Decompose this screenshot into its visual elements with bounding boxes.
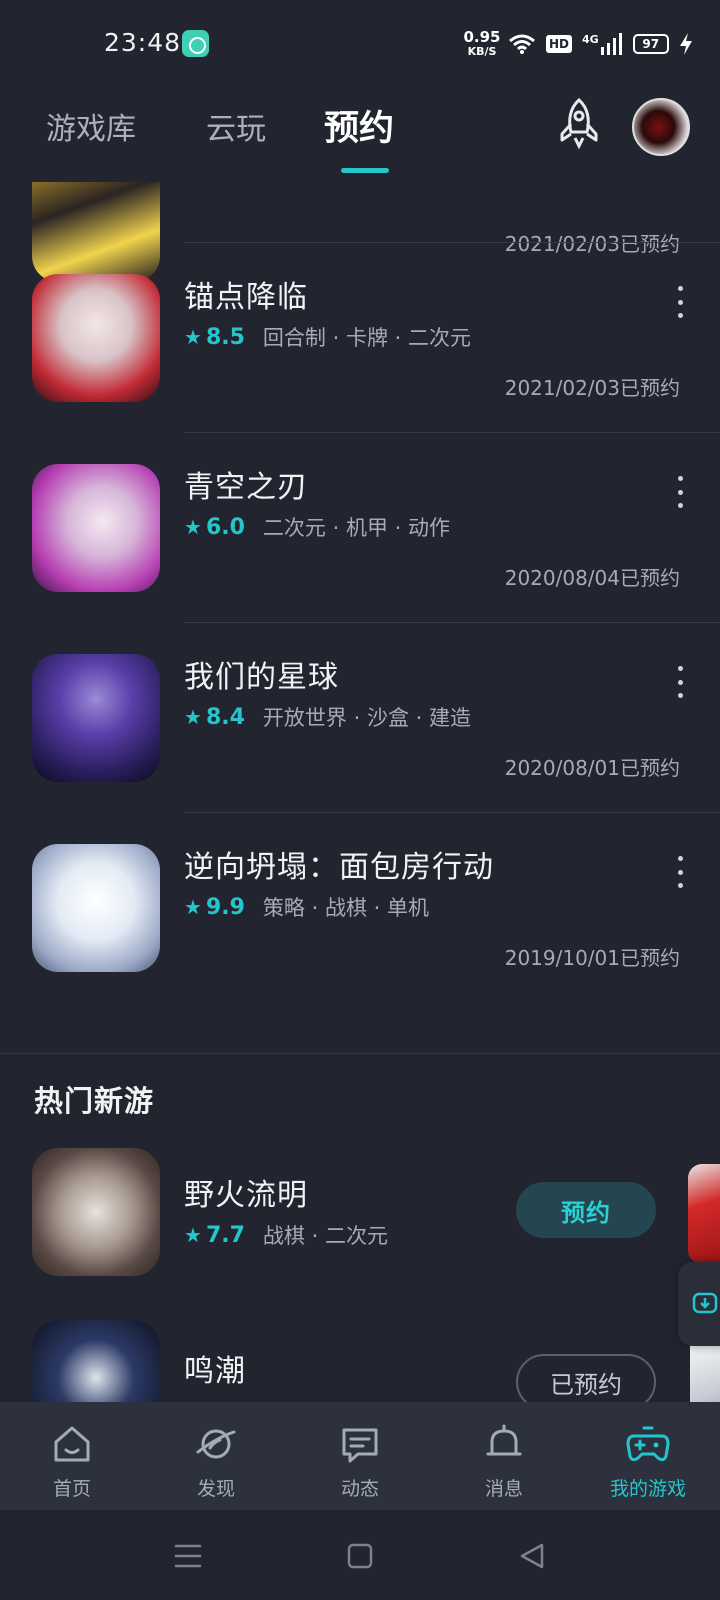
nav-discover[interactable]: 发现 [144, 1402, 288, 1510]
list-item[interactable]: 逆向坍塌：面包房行动 ★ 9.9 策略 · 战棋 · 单机 2019/10/01… [0, 812, 720, 1006]
network-speed: 0.95 KB/S [463, 28, 501, 58]
nav-messages[interactable]: 消息 [432, 1402, 576, 1510]
game-meta: ★ 7.7 战棋 · 二次元 [184, 1220, 388, 1250]
tab-indicator [341, 168, 389, 173]
more-options-icon[interactable] [670, 852, 690, 892]
nav-label: 发现 [196, 1478, 235, 1500]
message-board-icon [342, 1428, 378, 1463]
game-name: 我们的星球 [184, 660, 339, 695]
bottom-navigation: 首页 发现 动态 消息 我的游戏 [0, 1402, 720, 1510]
list-item[interactable]: 我们的星球 ★ 8.4 开放世界 · 沙盒 · 建造 2020/08/01已预约 [0, 622, 720, 816]
nav-label: 我的游戏 [609, 1478, 686, 1500]
game-meta: ★ 8.5 回合制 · 卡牌 · 二次元 [184, 322, 471, 352]
game-tags: 二次元 · 机甲 · 动作 [262, 516, 450, 540]
game-name: 青空之刃 [184, 470, 308, 505]
game-tags: 回合制 · 卡牌 · 二次元 [262, 326, 471, 350]
game-rating: 7.7 [205, 1222, 245, 1248]
game-tags: 战棋 · 二次元 [262, 1224, 388, 1248]
bell-icon [486, 1424, 522, 1456]
star-icon: ★ [184, 1223, 202, 1247]
battery-icon: 97 [632, 34, 669, 54]
game-icon [32, 844, 160, 972]
reserve-date: 2020/08/04已预约 [504, 566, 680, 590]
tab-game-library[interactable]: 游戏库 [46, 104, 136, 148]
rocket-icon[interactable] [552, 96, 606, 150]
hd-badge: HD [546, 35, 573, 53]
game-name: 逆向坍塌：面包房行动 [184, 850, 494, 885]
more-options-icon[interactable] [670, 282, 690, 322]
list-item[interactable]: 青空之刃 ★ 6.0 二次元 · 机甲 · 动作 2020/08/04已预约 [0, 432, 720, 626]
floating-download-card[interactable] [678, 1262, 720, 1346]
hot-game-item[interactable]: 鸣潮 已预约 [0, 1312, 720, 1402]
hot-game-item[interactable]: 野火流明 ★ 7.7 战棋 · 二次元 预约 [0, 1140, 720, 1334]
game-name: 鸣潮 [184, 1354, 246, 1389]
section-divider [0, 1053, 720, 1054]
star-icon: ★ [184, 325, 202, 349]
charging-icon [679, 33, 692, 55]
game-icon [32, 1148, 160, 1276]
nav-label: 动态 [340, 1478, 379, 1500]
nav-feed[interactable]: 动态 [288, 1402, 432, 1510]
tab-reservation[interactable]: 预约 [324, 100, 394, 151]
more-options-icon[interactable] [670, 662, 690, 702]
game-icon [32, 464, 160, 592]
game-rating: 8.4 [205, 704, 245, 730]
nav-home[interactable]: 首页 [0, 1402, 144, 1510]
reserved-button[interactable]: 已预约 [516, 1354, 656, 1402]
system-navigation-bar [0, 1510, 720, 1600]
game-tags: 策略 · 战棋 · 单机 [262, 896, 429, 920]
tab-cloud-play[interactable]: 云玩 [206, 104, 266, 148]
reserved-game-list: 2021/02/03已预约 锚点降临 ★ 8.5 回合制 · 卡牌 · 二次元 … [0, 182, 720, 1402]
more-options-icon[interactable] [670, 472, 690, 512]
game-tags: 开放世界 · 沙盒 · 建造 [262, 706, 471, 730]
game-icon [32, 274, 160, 402]
home-icon [54, 1426, 90, 1462]
section-title: 热门新游 [34, 1084, 155, 1118]
game-meta: ★ 8.4 开放世界 · 沙盒 · 建造 [184, 702, 471, 732]
game-icon [32, 1320, 160, 1402]
top-header: 游戏库 云玩 预约 [0, 90, 720, 182]
list-item[interactable]: 锚点降临 ★ 8.5 回合制 · 卡牌 · 二次元 2021/02/03已预约 [0, 242, 720, 436]
back-icon[interactable] [512, 1536, 552, 1576]
chat-notification-icon [182, 30, 209, 57]
game-rating: 8.5 [205, 324, 245, 350]
gamepad-icon [626, 1426, 670, 1462]
game-name: 锚点降临 [184, 280, 308, 315]
game-meta: ★ 6.0 二次元 · 机甲 · 动作 [184, 512, 450, 542]
nav-label: 消息 [484, 1478, 523, 1500]
user-avatar[interactable] [632, 98, 690, 156]
menu-icon[interactable] [168, 1536, 208, 1576]
reserve-date: 2020/08/01已预约 [504, 756, 680, 780]
download-icon [692, 1292, 718, 1314]
planet-icon [196, 1429, 236, 1459]
status-bar: 23:48 0.95 KB/S HD 4G 97 [0, 0, 720, 90]
game-icon [32, 654, 160, 782]
game-meta: ★ 9.9 策略 · 战棋 · 单机 [184, 892, 429, 922]
status-time: 23:48 [104, 28, 182, 57]
wifi-icon [509, 34, 535, 54]
signal-icon [600, 33, 622, 55]
reserve-date: 2021/02/03已预约 [504, 376, 680, 400]
game-rating: 9.9 [205, 894, 245, 920]
reserve-date: 2019/10/01已预约 [504, 946, 680, 970]
star-icon: ★ [184, 705, 202, 729]
game-thumbnail[interactable] [688, 1164, 720, 1264]
reserve-button[interactable]: 预约 [516, 1182, 656, 1238]
network-type: 4G [582, 33, 623, 55]
game-rating: 6.0 [205, 514, 245, 540]
home-square-icon[interactable] [340, 1536, 380, 1576]
nav-label: 首页 [52, 1478, 91, 1500]
list-item[interactable]: 2021/02/03已预约 [0, 182, 720, 282]
star-icon: ★ [184, 895, 202, 919]
star-icon: ★ [184, 515, 202, 539]
game-name: 野火流明 [184, 1178, 308, 1213]
nav-my-games[interactable]: 我的游戏 [576, 1402, 720, 1510]
